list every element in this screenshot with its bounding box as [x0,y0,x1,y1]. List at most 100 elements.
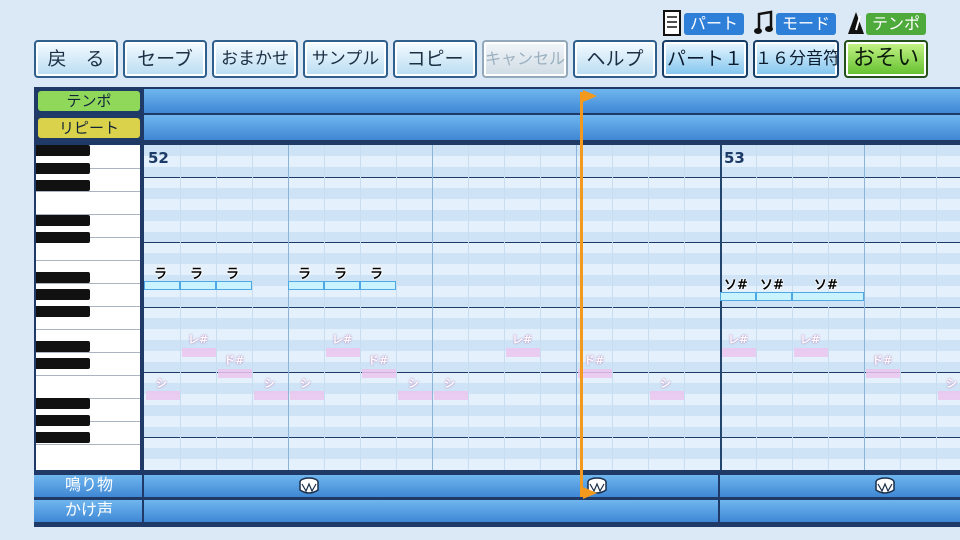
step-line [648,145,649,470]
help-button[interactable]: ヘルプ [573,40,657,78]
percussion-row[interactable]: 鳴り物 [34,475,960,497]
note-label: ラ [298,267,312,282]
note-block[interactable] [756,292,792,301]
step-line [396,145,397,470]
step-line [216,145,217,470]
ghost-note-label: シ [444,377,455,390]
step-line [936,145,937,470]
tempo-track[interactable] [144,89,960,113]
step-line [360,145,361,470]
ghost-note-label: シ [946,377,957,390]
note-mode-button[interactable]: １６分音符 [753,40,839,78]
metronome-icon [848,12,864,34]
step-line [828,145,829,470]
note-grid[interactable]: 52 53 シ レ# ド# シ シ レ# ド# シ シ レ# ド# シ レ# レ… [144,145,960,470]
tempo-header: テンポ [866,13,927,35]
pitch-lane [144,415,960,427]
tempo-select-button[interactable]: おそい [844,40,928,78]
pitch-lane [144,448,960,460]
note-block[interactable] [288,281,324,290]
tempo-row-label: テンポ [38,91,140,111]
note-label: ラ [334,267,348,282]
note-label: ラ [154,267,168,282]
step-line [864,145,865,470]
drum-icon[interactable] [874,476,896,496]
pitch-lane [144,426,960,438]
ghost-note [398,391,432,400]
pitch-lane [144,329,960,340]
step-line [432,145,433,470]
ghost-note-label: ド# [584,354,605,367]
pitch-lane [144,340,960,351]
ghost-note [578,369,612,378]
ghost-note-label: ド# [872,354,893,367]
pitch-lane [144,459,960,470]
cursor-flag-icon [583,90,597,102]
note-label: ラ [190,267,204,282]
part-select-button[interactable]: パート１ [662,40,748,78]
ghost-note [650,391,684,400]
repeat-track[interactable] [144,115,960,140]
pitch-lane [144,350,960,362]
playback-cursor[interactable] [580,92,583,497]
ghost-note-label: シ [300,377,311,390]
chant-row[interactable]: かけ声 [34,500,960,522]
drum-icon[interactable] [298,476,320,496]
part-header: パート [684,13,745,35]
copy-button[interactable]: コピー [393,40,477,78]
ghost-note [866,369,900,378]
ghost-note [254,391,288,400]
ghost-note-label: レ# [332,333,353,346]
step-line [468,145,469,470]
ghost-note [290,391,324,400]
note-label: ソ# [760,278,784,293]
mode-header: モード [776,13,837,35]
pitch-lane [144,253,960,265]
step-line [324,145,325,470]
note-block[interactable] [324,281,360,290]
pitch-lane [144,405,960,416]
pitch-lane [144,231,960,243]
ghost-note [218,369,252,378]
auto-button[interactable]: おまかせ [212,40,298,78]
ghost-note-label: レ# [800,333,821,346]
note-label: ラ [226,267,240,282]
pitch-lane [144,220,960,232]
measure-number: 53 [724,149,745,167]
ghost-note [326,348,360,357]
pitch-lane [144,210,960,221]
note-block[interactable] [792,292,864,301]
ghost-note [434,391,468,400]
note-block[interactable] [144,281,180,290]
measure-number: 52 [148,149,169,167]
ghost-note [506,348,540,357]
pitch-lane [144,155,960,167]
ghost-note [182,348,216,357]
note-block[interactable] [360,281,396,290]
sample-button[interactable]: サンプル [303,40,388,78]
music-note-icon [754,10,773,34]
step-line [540,145,541,470]
score-icon [663,10,681,36]
ghost-note-label: レ# [728,333,749,346]
save-button[interactable]: セーブ [123,40,207,78]
pitch-lane [144,199,960,210]
note-block[interactable] [180,281,216,290]
ghost-note-label: ド# [368,354,389,367]
note-block[interactable] [720,292,756,301]
note-block[interactable] [216,281,252,290]
step-line [612,145,613,470]
ghost-note-label: シ [264,377,275,390]
chant-row-label: かけ声 [64,500,113,519]
pitch-lane [144,361,960,373]
step-line [504,145,505,470]
top-toolbar: パート モード テンポ 戻 る セーブ おまかせ サンプル コピー キャンセル … [0,0,960,88]
piano-keyboard[interactable] [36,145,140,470]
cancel-button[interactable]: キャンセル [482,40,568,78]
ghost-note [722,348,756,357]
ghost-note-label: レ# [512,333,533,346]
pitch-lane [144,145,960,156]
pitch-lane [144,242,960,254]
back-button[interactable]: 戻 る [34,40,118,78]
note-label: ソ# [814,278,838,293]
